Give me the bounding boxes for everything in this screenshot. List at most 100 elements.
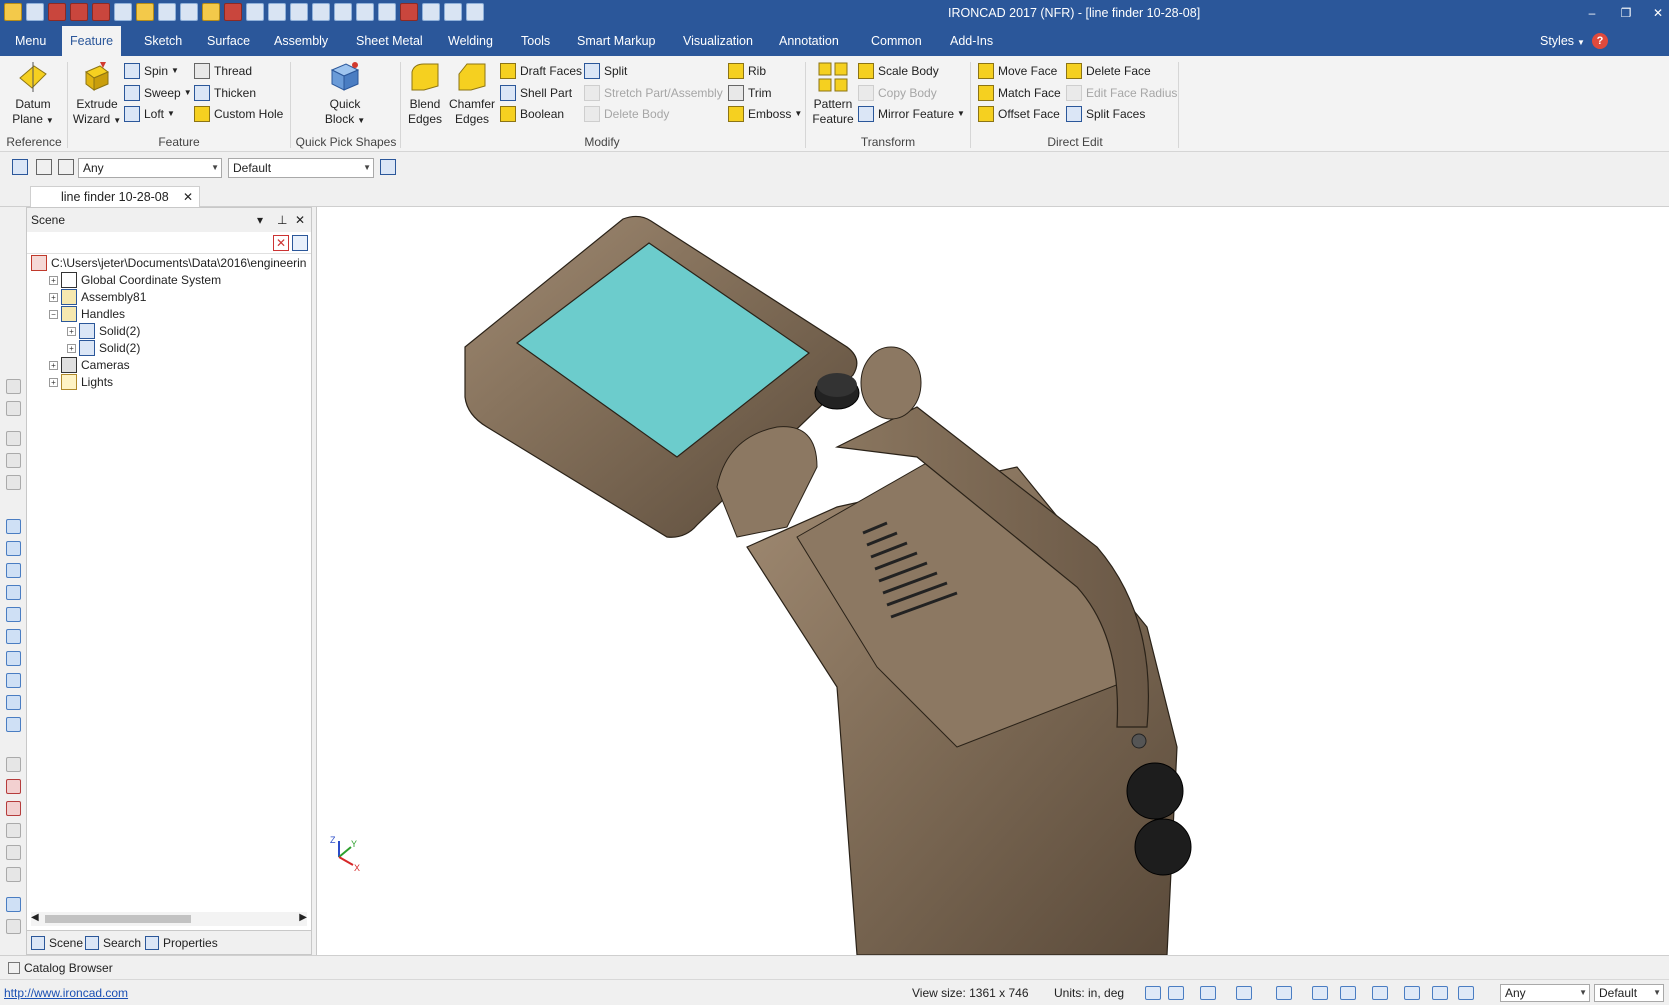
scale-body-button[interactable]: Scale Body (858, 61, 939, 81)
help-icon[interactable] (400, 3, 418, 21)
tutorial-icon[interactable] (422, 3, 440, 21)
tab-welding[interactable]: Welding (440, 26, 501, 56)
ruler-tool-icon[interactable] (6, 919, 21, 934)
shell-part-button[interactable]: Shell Part (500, 83, 572, 103)
tab-search[interactable]: Search (85, 934, 141, 952)
save-as-icon[interactable] (180, 3, 198, 21)
draft-faces-button[interactable]: Draft Faces (500, 61, 582, 81)
catalog-browser-bar[interactable]: Catalog Browser (0, 955, 1669, 979)
delete-face-button[interactable]: Delete Face (1066, 61, 1151, 81)
status-filter-dropdown[interactable]: Any ▼ (1500, 984, 1590, 1002)
box-view-icon[interactable] (6, 585, 21, 600)
trim-button[interactable]: Trim (728, 83, 772, 103)
box-view-icon[interactable] (6, 629, 21, 644)
tab-menu[interactable]: Menu (7, 26, 54, 56)
scroll-right-icon[interactable]: ▶ (299, 912, 307, 923)
tree-node[interactable]: + Solid(2) (67, 322, 140, 340)
move-face-button[interactable]: Move Face (978, 61, 1057, 81)
panel-close-icon[interactable]: ✕ (295, 208, 305, 232)
box-view-icon[interactable] (6, 673, 21, 688)
box-view-icon[interactable] (6, 651, 21, 666)
tree-node[interactable]: − Handles (49, 305, 125, 323)
tab-tools[interactable]: Tools (513, 26, 558, 56)
list-icon[interactable] (356, 3, 374, 21)
new-icon[interactable] (26, 3, 44, 21)
open-icon[interactable] (136, 3, 154, 21)
help-button[interactable]: ? (1592, 33, 1608, 49)
smart-snap-icon[interactable] (312, 3, 330, 21)
tab-scene[interactable]: Scene (31, 934, 83, 952)
custom-hole-button[interactable]: Custom Hole (194, 104, 283, 124)
panel-menu-icon[interactable]: ▾ (257, 208, 263, 232)
select-parts-icon[interactable] (12, 159, 28, 175)
view-tool-icon[interactable] (6, 401, 21, 416)
pattern-feature-button[interactable]: Pattern Feature (808, 60, 858, 127)
display-style-icon[interactable] (1372, 986, 1388, 1000)
select-mode-icon[interactable] (1432, 986, 1448, 1000)
circle-tool-icon[interactable] (6, 845, 21, 860)
property-icon[interactable] (334, 3, 352, 21)
section-tool-icon[interactable] (6, 801, 21, 816)
tab-common[interactable]: Common (863, 26, 930, 56)
styles-menu[interactable]: Styles ▼ (1540, 26, 1585, 56)
assembly-tree-icon[interactable] (380, 159, 396, 175)
view-tool-icon[interactable] (6, 431, 21, 446)
loft-button[interactable]: Loft ▼ (124, 104, 175, 124)
select-filter-icon[interactable] (58, 159, 74, 175)
measure-tool-icon[interactable] (6, 757, 21, 772)
orbit-icon[interactable] (1200, 986, 1216, 1000)
offset-face-button[interactable]: Offset Face (978, 104, 1060, 124)
view-tool-icon[interactable] (6, 379, 21, 394)
tree-expander-icon[interactable]: − (49, 309, 58, 319)
thread-button[interactable]: Thread (194, 61, 252, 81)
box-view-icon[interactable] (6, 519, 21, 534)
emboss-button[interactable]: Emboss ▼ (728, 104, 802, 124)
tab-sketch[interactable]: Sketch (136, 26, 190, 56)
selection-filter-dropdown[interactable]: Any ▼ (78, 158, 222, 178)
shading-icon[interactable] (1340, 986, 1356, 1000)
new-scene-icon[interactable] (48, 3, 66, 21)
tree-node[interactable]: + Assembly81 (49, 288, 146, 306)
thicken-button[interactable]: Thicken (194, 83, 256, 103)
tree-expander-icon[interactable]: + (67, 343, 76, 353)
select-arrow-icon[interactable] (1458, 986, 1474, 1000)
section-tool-icon[interactable] (6, 779, 21, 794)
tools-icon[interactable] (202, 3, 220, 21)
sketch-tool-icon[interactable] (6, 897, 21, 912)
stretch-part-assembly-button[interactable]: Stretch Part/Assembly (584, 83, 723, 103)
style-dropdown[interactable]: Default ▼ (228, 158, 374, 178)
clear-filter-icon[interactable]: ✕ (273, 235, 289, 251)
scene-options-icon[interactable] (292, 235, 308, 251)
split-button[interactable]: Split (584, 61, 627, 81)
new-drawing-icon[interactable] (92, 3, 110, 21)
quick-block-button[interactable]: Quick Block ▼ (320, 60, 370, 128)
pin-icon[interactable]: ⊥ (277, 208, 287, 232)
box-view-icon[interactable] (6, 607, 21, 622)
new-part-icon[interactable] (70, 3, 88, 21)
view-tool-icon[interactable] (6, 453, 21, 468)
tree-node[interactable]: C:\Users\jeter\Documents\Data\2016\engin… (31, 254, 306, 272)
select-arrow-icon[interactable] (36, 159, 52, 175)
zoom-icon[interactable] (1145, 986, 1161, 1000)
split-faces-button[interactable]: Split Faces (1066, 104, 1145, 124)
customize-quick-access-icon[interactable] (466, 3, 484, 21)
save-icon[interactable] (158, 3, 176, 21)
mirror-feature-button[interactable]: Mirror Feature ▼ (858, 104, 965, 124)
tab-annotation[interactable]: Annotation (771, 26, 847, 56)
scroll-left-icon[interactable]: ◀ (31, 912, 39, 923)
box-view-icon[interactable] (6, 563, 21, 578)
close-tab-icon[interactable]: ✕ (183, 187, 193, 207)
tree-expander-icon[interactable]: + (49, 377, 58, 387)
tab-add-ins[interactable]: Add-Ins (942, 26, 1001, 56)
circle-tool-icon[interactable] (6, 867, 21, 882)
ironcad-website-link[interactable]: http://www.ironcad.com (4, 980, 128, 1005)
match-face-button[interactable]: Match Face (978, 83, 1061, 103)
options-icon[interactable] (378, 3, 396, 21)
app-icon[interactable] (4, 3, 22, 21)
handheld-device-model[interactable]: Z Y X (317, 207, 1669, 955)
cut-icon[interactable] (224, 3, 242, 21)
tree-node[interactable]: + Cameras (49, 356, 130, 374)
new-assembly-icon[interactable] (114, 3, 132, 21)
tree-expander-icon[interactable]: + (49, 360, 58, 370)
view-cube-icon[interactable] (1236, 986, 1252, 1000)
